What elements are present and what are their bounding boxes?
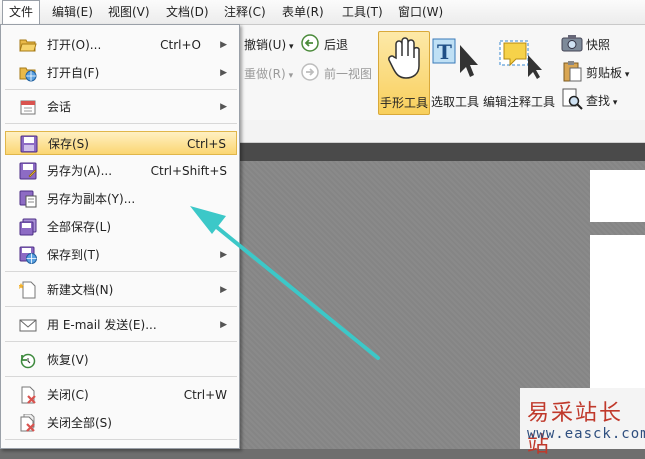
menu-item-revert[interactable]: 恢复(V) [5,348,237,372]
menu-item-save-to[interactable]: 保存到(T) ▶ [5,243,237,267]
menu-separator [5,439,237,440]
prev-view-button[interactable]: 前一视图 [324,65,372,82]
email-icon [19,319,37,332]
calendar-icon [20,100,36,115]
menu-item-save-copy[interactable]: 另存为副本(Y)... [5,187,237,211]
menu-item-label: 另存为副本(Y)... [47,192,136,206]
menu-item-label: 保存(S) [48,137,89,151]
document-page [590,170,645,222]
menu-item-label: 全部保存(L) [47,220,112,234]
menu-item-label: 恢复(V) [47,353,89,367]
save-to-globe-icon [19,246,37,264]
revert-icon [20,353,36,369]
edit-annotation-tool-button[interactable]: 编辑注释工具 [482,31,556,113]
save-copy-icon [19,190,37,208]
redo-label: 重做(R) [244,67,286,81]
svg-text:T: T [437,40,452,64]
undo-button[interactable]: 撤销(U) ▾ [244,36,294,53]
menu-item-label: 打开(O)... [47,38,102,52]
snapshot-button[interactable]: 快照 [586,36,610,53]
file-menu: 打开(O)... Ctrl+O ▶ 打开自(F) ▶ 会话 ▶ 保存(S) Ct… [0,24,240,449]
submenu-arrow-icon: ▶ [220,320,227,330]
menu-window[interactable]: 窗口(W) [392,0,449,24]
menu-item-label: 用 E-mail 发送(E)... [47,318,157,332]
menu-item-close[interactable]: 关闭(C) Ctrl+W [5,383,237,407]
menu-item-close-all[interactable]: 关闭全部(S) [5,411,237,435]
save-all-icon [19,218,37,236]
menu-separator [5,89,237,90]
menu-bar: 文件 编辑(E) 视图(V) 文档(D) 注释(C) 表单(R) 工具(T) 窗… [0,0,645,25]
redo-button[interactable]: 重做(R) ▾ [244,65,293,82]
camera-icon [561,35,583,52]
undo-label: 撤销(U) [244,38,287,52]
menu-item-send-email[interactable]: 用 E-mail 发送(E)... ▶ [5,313,237,337]
menu-item-open[interactable]: 打开(O)... Ctrl+O ▶ [5,33,237,57]
clipboard-icon [563,61,582,82]
close-document-icon [21,386,36,404]
save-icon [20,135,38,153]
menu-item-label: 新建文档(N) [47,283,114,297]
menu-item-open-from[interactable]: 打开自(F) ▶ [5,61,237,85]
select-tool-button[interactable]: T 选取工具 [430,31,480,113]
menu-form[interactable]: 表单(R) [276,0,330,24]
clipboard-label: 剪贴板 [586,66,623,80]
menu-comment[interactable]: 注释(C) [218,0,272,24]
menu-separator [5,271,237,272]
menu-item-save-as[interactable]: 另存为(A)... Ctrl+Shift+S [5,159,237,183]
close-all-icon [20,414,35,432]
find-button[interactable]: 查找 ▾ [586,92,617,109]
menu-item-label: 另存为(A)... [47,164,113,178]
clipboard-button[interactable]: 剪贴板 ▾ [586,64,629,81]
menu-tools[interactable]: 工具(T) [336,0,389,24]
menu-item-session[interactable]: 会话 ▶ [5,95,237,119]
hand-tool-button[interactable]: 手形工具 [378,31,430,115]
select-tool-label: 选取工具 [430,95,479,109]
text-select-icon: T [432,38,478,77]
menu-view[interactable]: 视图(V) [102,0,156,24]
menu-item-label: 会话 [47,100,72,114]
menu-separator [5,123,237,124]
find-label: 查找 [586,94,611,108]
forward-icon [301,63,319,81]
submenu-arrow-icon: ▶ [220,68,227,78]
back-icon[interactable] [300,33,320,53]
hand-icon [388,37,420,79]
save-as-icon [19,162,37,180]
watermark-url: www.easck.com [527,426,645,442]
menu-item-label: 关闭(C) [47,388,89,402]
shortcut-label: Ctrl+W [183,388,227,402]
annotation-icon [499,40,542,79]
hand-tool-label: 手形工具 [379,96,428,110]
menu-item-new-document[interactable]: 新建文档(N) ▶ [5,278,237,302]
submenu-arrow-icon: ▶ [220,102,227,112]
menu-separator [5,376,237,377]
submenu-arrow-icon: ▶ [220,250,227,260]
shortcut-label: Ctrl+Shift+S [150,164,227,178]
find-icon [562,88,583,110]
submenu-arrow-icon: ▶ [220,40,227,50]
menu-item-label: 保存到(T) [47,248,100,262]
shortcut-label: Ctrl+O [160,38,201,52]
folder-globe-icon [19,67,37,82]
menu-edit[interactable]: 编辑(E) [46,0,99,24]
menu-separator [5,306,237,307]
menu-item-save[interactable]: 保存(S) Ctrl+S [5,131,237,155]
shortcut-label: Ctrl+S [186,137,226,151]
menu-document[interactable]: 文档(D) [160,0,215,24]
menu-item-label: 打开自(F) [47,66,100,80]
new-document-icon [19,281,36,299]
folder-open-icon [19,39,37,52]
menu-file[interactable]: 文件 [2,0,41,25]
edit-annotation-tool-label: 编辑注释工具 [482,95,555,109]
menu-separator [5,341,237,342]
menu-item-save-all[interactable]: 全部保存(L) [5,215,237,239]
back-button[interactable]: 后退 [324,36,348,53]
menu-item-label: 关闭全部(S) [47,416,112,430]
submenu-arrow-icon: ▶ [220,285,227,295]
